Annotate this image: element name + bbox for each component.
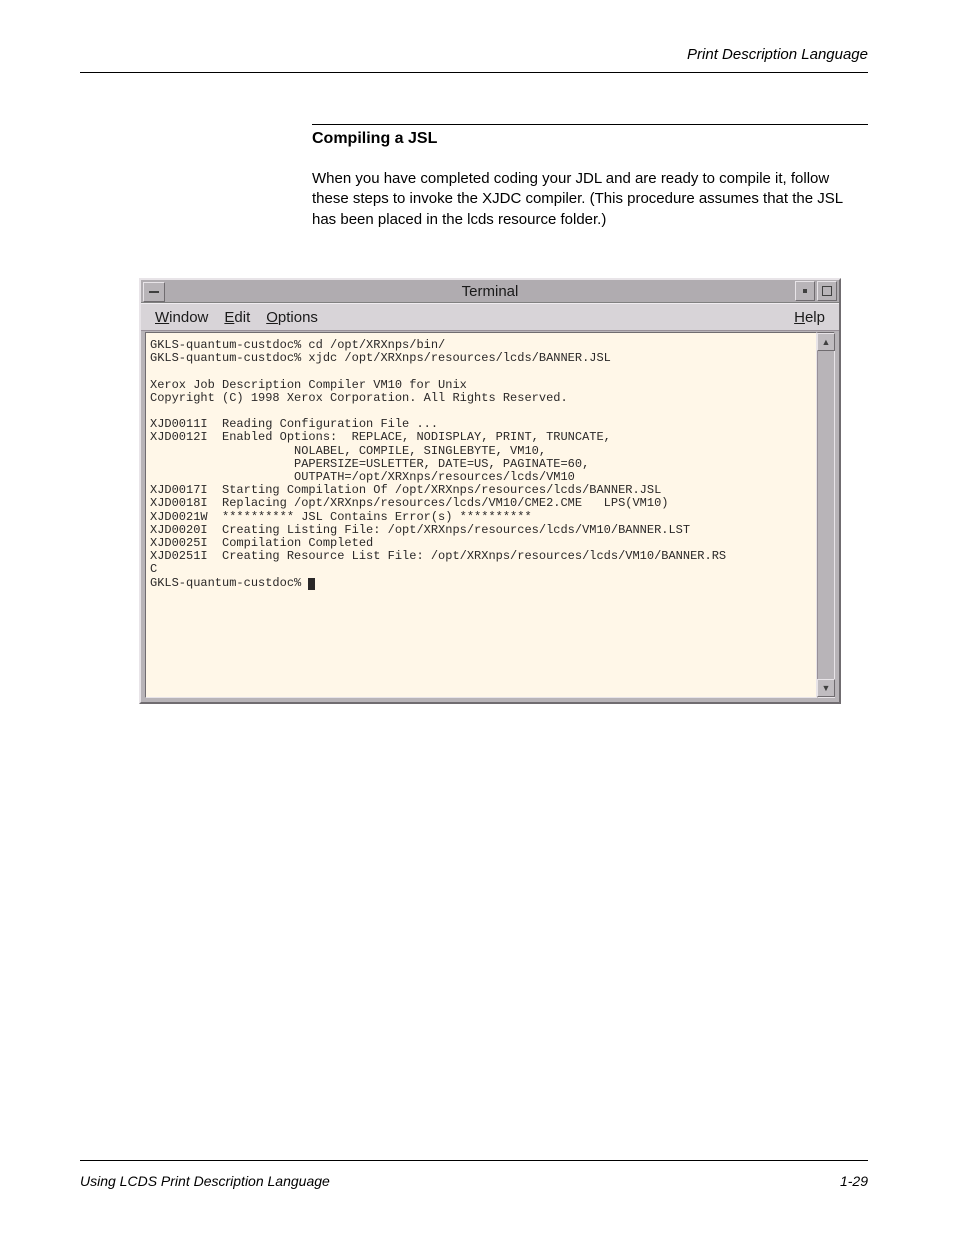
terminal-output[interactable]: GKLS-quantum-custdoc% cd /opt/XRXnps/bin… xyxy=(145,332,817,698)
terminal-line: XJD0011I Reading Configuration File ... xyxy=(150,417,438,431)
terminal-prompt: GKLS-quantum-custdoc% xyxy=(150,576,308,590)
terminal-line: XJD0017I Starting Compilation Of /opt/XR… xyxy=(150,483,661,497)
window-system-menu[interactable] xyxy=(143,282,165,302)
terminal-line: XJD0251I Creating Resource List File: /o… xyxy=(150,549,726,563)
menu-window-rest: indow xyxy=(169,309,208,326)
menu-help-mnemonic: H xyxy=(794,309,805,326)
scroll-up-button[interactable]: ▲ xyxy=(817,333,835,351)
minimize-icon xyxy=(803,289,807,293)
minimize-button[interactable] xyxy=(795,281,815,301)
terminal-line: OUTPATH=/opt/XRXnps/resources/lcds/VM10 xyxy=(150,470,575,484)
menu-options-rest: ptions xyxy=(278,309,318,326)
menu-options-mnemonic: O xyxy=(266,309,278,326)
terminal-line: XJD0020I Creating Listing File: /opt/XRX… xyxy=(150,523,690,537)
terminal-line: XJD0025I Compilation Completed xyxy=(150,536,373,550)
terminal-line: PAPERSIZE=USLETTER, DATE=US, PAGINATE=60… xyxy=(150,457,589,471)
terminal-line: GKLS-quantum-custdoc% cd /opt/XRXnps/bin… xyxy=(150,338,445,352)
terminal-menubar: Window Edit Options Help xyxy=(141,303,839,331)
header-rule xyxy=(80,72,868,73)
terminal-line: Copyright (C) 1998 Xerox Corporation. Al… xyxy=(150,391,568,405)
menu-edit[interactable]: Edit xyxy=(224,309,250,326)
running-head: Print Description Language xyxy=(687,46,868,63)
terminal-line: GKLS-quantum-custdoc% xjdc /opt/XRXnps/r… xyxy=(150,351,611,365)
maximize-button[interactable] xyxy=(817,281,837,301)
triangle-down-icon: ▼ xyxy=(822,683,831,693)
terminal-line: NOLABEL, COMPILE, SINGLEBYTE, VM10, xyxy=(150,444,546,458)
footer-rule xyxy=(80,1160,868,1161)
menu-window[interactable]: Window xyxy=(155,309,208,326)
terminal-title: Terminal xyxy=(141,283,839,300)
terminal-scrollbar[interactable]: ▲ ▼ xyxy=(817,332,835,698)
menu-window-mnemonic: W xyxy=(155,309,169,326)
terminal-line: XJD0012I Enabled Options: REPLACE, NODIS… xyxy=(150,430,611,444)
terminal-line: XJD0018I Replacing /opt/XRXnps/resources… xyxy=(150,496,668,510)
menu-help-rest: elp xyxy=(805,309,825,326)
triangle-up-icon: ▲ xyxy=(822,337,831,347)
terminal-line: Xerox Job Description Compiler VM10 for … xyxy=(150,378,467,392)
footer-page-number: 1-29 xyxy=(840,1173,868,1189)
menu-options[interactable]: Options xyxy=(266,309,318,326)
menu-edit-mnemonic: E xyxy=(224,309,234,326)
footer-left: Using LCDS Print Description Language xyxy=(80,1173,330,1189)
section-title: Compiling a JSL xyxy=(312,130,437,148)
terminal-window: Terminal Window Edit Options Help GKLS-q… xyxy=(139,278,841,704)
section-paragraph: When you have completed coding your JDL … xyxy=(312,169,852,230)
terminal-line: XJD0021W ********** JSL Contains Error(s… xyxy=(150,510,532,524)
terminal-line: C xyxy=(150,562,157,576)
scroll-down-button[interactable]: ▼ xyxy=(817,679,835,697)
cursor-icon xyxy=(308,578,315,590)
terminal-titlebar[interactable]: Terminal xyxy=(141,280,839,303)
section-rule xyxy=(312,124,868,125)
menu-help[interactable]: Help xyxy=(794,309,825,326)
menu-edit-rest: dit xyxy=(234,309,250,326)
dash-icon xyxy=(149,291,159,293)
maximize-icon xyxy=(822,286,832,296)
